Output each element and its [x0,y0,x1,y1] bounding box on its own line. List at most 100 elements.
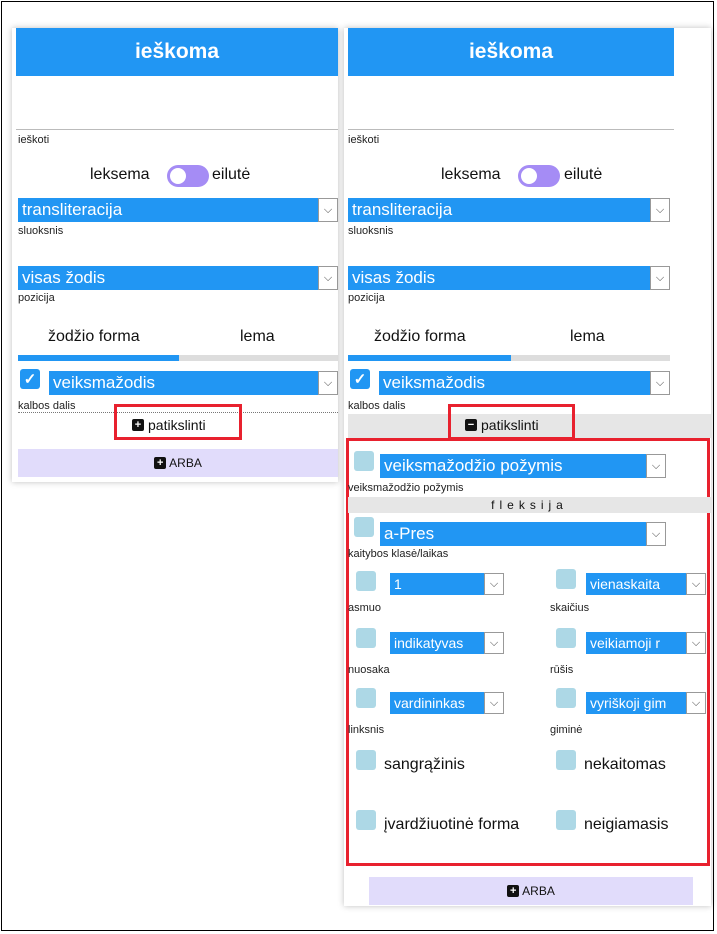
reflexive-label: sangrąžinis [384,756,465,773]
plus-square-icon: + [507,885,520,897]
search-label: ieškoti [348,134,380,146]
chevron-down-icon: ⌵ [318,371,338,395]
chevron-down-icon: ⌵ [650,266,670,290]
number-checkbox[interactable] [556,569,576,589]
gender-select-value: vyriškoji gim [590,695,667,711]
position-select-value: visas žodis [22,268,106,287]
verb-feature-checkbox[interactable] [354,451,374,471]
chevron-down-icon: ⌵ [318,266,338,290]
verb-feature-label: veiksmažodžio požymis [348,482,464,494]
voice-select-value: veikiamoji r [590,635,661,651]
gender-label: giminė [550,724,583,736]
or-button[interactable]: + ARBA [369,877,693,905]
class-checkbox[interactable] [354,517,374,537]
search-label: ieškoti [18,134,50,146]
mood-select-value: indikatyvas [394,635,464,651]
number-select[interactable]: vienaskaita ⌵ [586,573,706,595]
chevron-down-icon: ⌵ [646,454,666,478]
search-panel-left: ieškoma ieškoti leksema eilutė translite… [12,28,338,482]
layer-select[interactable]: transliteracija ⌵ [18,198,338,222]
pronominal-checkbox[interactable] [356,810,376,830]
negative-checkbox[interactable] [556,810,576,830]
tab-indicator [18,355,338,361]
or-button-label: ARBA [169,456,202,470]
layer-select[interactable]: transliteracija ⌵ [348,198,670,222]
mood-select[interactable]: indikatyvas ⌵ [390,632,504,654]
layer-label: sluoksnis [348,225,394,237]
layer-select-value: transliteracija [352,200,453,219]
verb-feature-select[interactable]: veiksmažodžio požymis ⌵ [380,454,666,478]
chevron-down-icon: ⌵ [686,692,706,714]
or-button[interactable]: + ARBA [18,449,338,477]
person-label: asmuo [348,602,382,614]
chevron-down-icon: ⌵ [484,632,504,654]
chevron-down-icon: ⌵ [650,198,670,222]
chevron-down-icon: ⌵ [650,371,670,395]
pos-select-value: veiksmažodis [383,373,486,392]
position-label: pozicija [18,292,55,304]
person-select[interactable]: 1 ⌵ [390,573,504,595]
chevron-down-icon: ⌵ [484,692,504,714]
pos-select[interactable]: veiksmažodis ⌵ [49,371,338,395]
position-label: pozicija [348,292,385,304]
lexeme-string-toggle[interactable] [167,165,209,187]
toggle-label-lexeme: leksema [90,166,150,183]
panel-header: ieškoma [16,28,338,76]
voice-select[interactable]: veikiamoji r ⌵ [586,632,706,654]
invariable-label: nekaitomas [584,756,666,773]
class-label: kaitybos klasė/laikas [348,548,449,560]
case-select[interactable]: vardininkas ⌵ [390,692,504,714]
position-select[interactable]: visas žodis ⌵ [18,266,338,290]
tab-lemma[interactable]: lema [570,328,605,346]
pos-checkbox[interactable]: ✓ [20,369,40,389]
negative-label: neigiamasis [584,816,669,833]
mood-checkbox[interactable] [356,628,376,648]
plus-square-icon: + [154,457,167,469]
search-input[interactable] [16,129,338,130]
gender-select[interactable]: vyriškoji gim ⌵ [586,692,706,714]
layer-label: sluoksnis [18,225,64,237]
pos-label: kalbos dalis [348,400,406,412]
position-select-value: visas žodis [352,268,436,287]
class-select[interactable]: a-Pres ⌵ [380,522,666,546]
tab-indicator-fill [348,355,511,361]
tab-indicator-fill [18,355,179,361]
position-select[interactable]: visas žodis ⌵ [348,266,670,290]
toggle-knob [521,168,537,184]
chevron-down-icon: ⌵ [318,198,338,222]
or-button-label: ARBA [522,884,555,898]
number-select-value: vienaskaita [590,576,661,592]
tab-wordform[interactable]: žodžio forma [48,328,140,346]
tab-lemma[interactable]: lema [240,328,275,346]
mood-label: nuosaka [348,664,390,676]
invariable-checkbox[interactable] [556,750,576,770]
voice-label: rūšis [550,664,574,676]
case-checkbox[interactable] [356,688,376,708]
person-checkbox[interactable] [356,571,376,591]
toggle-label-lexeme: leksema [441,166,501,183]
tab-wordform[interactable]: žodžio forma [374,328,466,346]
reflexive-checkbox[interactable] [356,750,376,770]
highlight-box [114,404,242,440]
pos-select[interactable]: veiksmažodis ⌵ [379,371,670,395]
lexeme-string-toggle[interactable] [518,165,560,187]
pos-checkbox[interactable]: ✓ [350,369,370,389]
search-input[interactable] [348,129,674,130]
case-select-value: vardininkas [394,695,465,711]
class-select-value: a-Pres [384,524,435,543]
check-icon: ✓ [353,371,367,388]
chevron-down-icon: ⌵ [646,522,666,546]
toggle-label-string: eilutė [212,166,251,183]
voice-checkbox[interactable] [556,628,576,648]
layer-select-value: transliteracija [22,200,123,219]
flexion-title: fleksija [491,498,568,512]
search-panel-right: ieškoma ieškoti leksema eilutė translite… [344,28,711,906]
pos-label: kalbos dalis [18,400,76,412]
case-label: linksnis [348,724,385,736]
chevron-down-icon: ⌵ [686,632,706,654]
toggle-knob [170,168,186,184]
chevron-down-icon: ⌵ [686,573,706,595]
pos-select-value: veiksmažodis [53,373,156,392]
toggle-label-string: eilutė [564,166,603,183]
gender-checkbox[interactable] [556,688,576,708]
